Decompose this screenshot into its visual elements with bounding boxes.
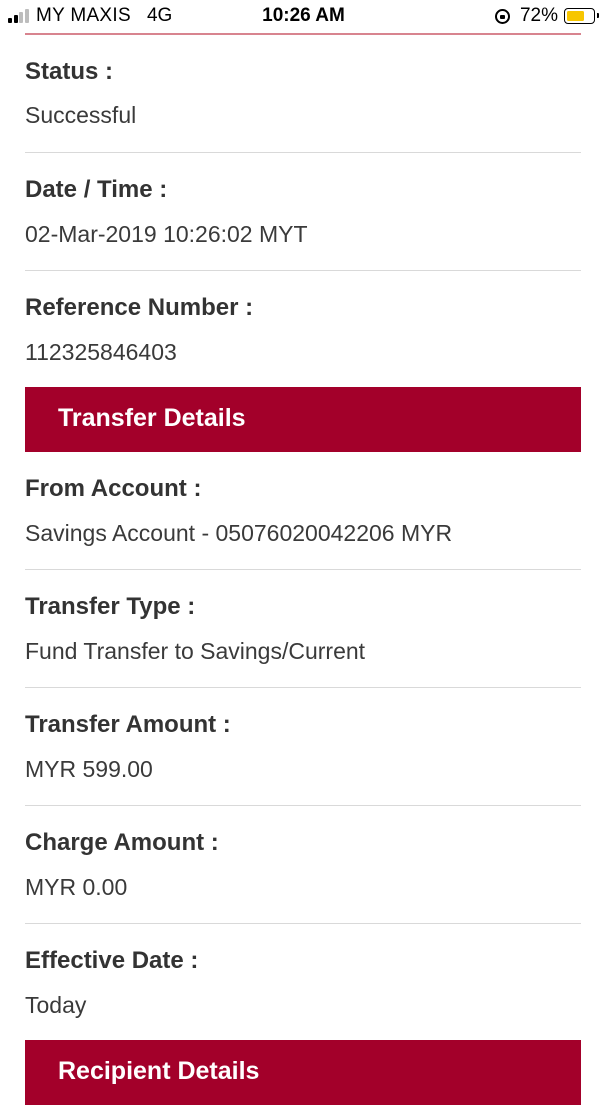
effective-date-value: Today xyxy=(25,992,87,1018)
status-bar-right: 72% xyxy=(494,5,599,27)
transfer-amount-field: Transfer Amount : MYR 599.00 xyxy=(25,688,581,806)
datetime-label: Date / Time : xyxy=(25,176,168,203)
transfer-details-header: Transfer Details xyxy=(25,387,581,452)
from-account-label: From Account : xyxy=(25,475,202,502)
battery-fill xyxy=(567,11,584,21)
transfer-amount-value: MYR 599.00 xyxy=(25,756,153,782)
recipient-details-title: Recipient Details xyxy=(58,1057,260,1085)
battery-percent: 72% xyxy=(519,5,558,26)
recipient-details-header: Recipient Details xyxy=(25,1040,581,1105)
transfer-amount-label: Transfer Amount : xyxy=(25,711,231,738)
reference-label: Reference Number : xyxy=(25,294,254,321)
effective-date-label: Effective Date : xyxy=(25,947,199,974)
orientation-lock-icon xyxy=(494,8,510,24)
from-account-field: From Account : Savings Account - 0507602… xyxy=(25,452,581,570)
charge-amount-label: Charge Amount : xyxy=(25,829,219,856)
reference-value: 112325846403 xyxy=(25,339,177,365)
charge-amount-field: Charge Amount : MYR 0.00 xyxy=(25,806,581,924)
effective-date-field: Effective Date : Today xyxy=(25,924,581,1040)
battery-icon xyxy=(564,8,599,24)
status-label: Status : xyxy=(25,58,114,85)
status-bar: MY MAXIS 4G 10:26 AM 72% xyxy=(0,0,607,33)
status-field: Status : Successful xyxy=(25,35,581,153)
status-value: Successful xyxy=(25,102,137,128)
receipt-content: Status : Successful Date / Time : 02-Mar… xyxy=(25,33,581,1105)
transfer-details-title: Transfer Details xyxy=(58,404,246,432)
transfer-type-field: Transfer Type : Fund Transfer to Savings… xyxy=(25,570,581,688)
from-account-value: Savings Account - 05076020042206 MYR xyxy=(25,520,453,546)
datetime-value: 02-Mar-2019 10:26:02 MYT xyxy=(25,221,308,247)
transfer-type-label: Transfer Type : xyxy=(25,593,196,620)
reference-field: Reference Number : 112325846403 xyxy=(25,271,581,387)
charge-amount-value: MYR 0.00 xyxy=(25,874,128,900)
datetime-field: Date / Time : 02-Mar-2019 10:26:02 MYT xyxy=(25,153,581,271)
transfer-type-value: Fund Transfer to Savings/Current xyxy=(25,638,366,664)
